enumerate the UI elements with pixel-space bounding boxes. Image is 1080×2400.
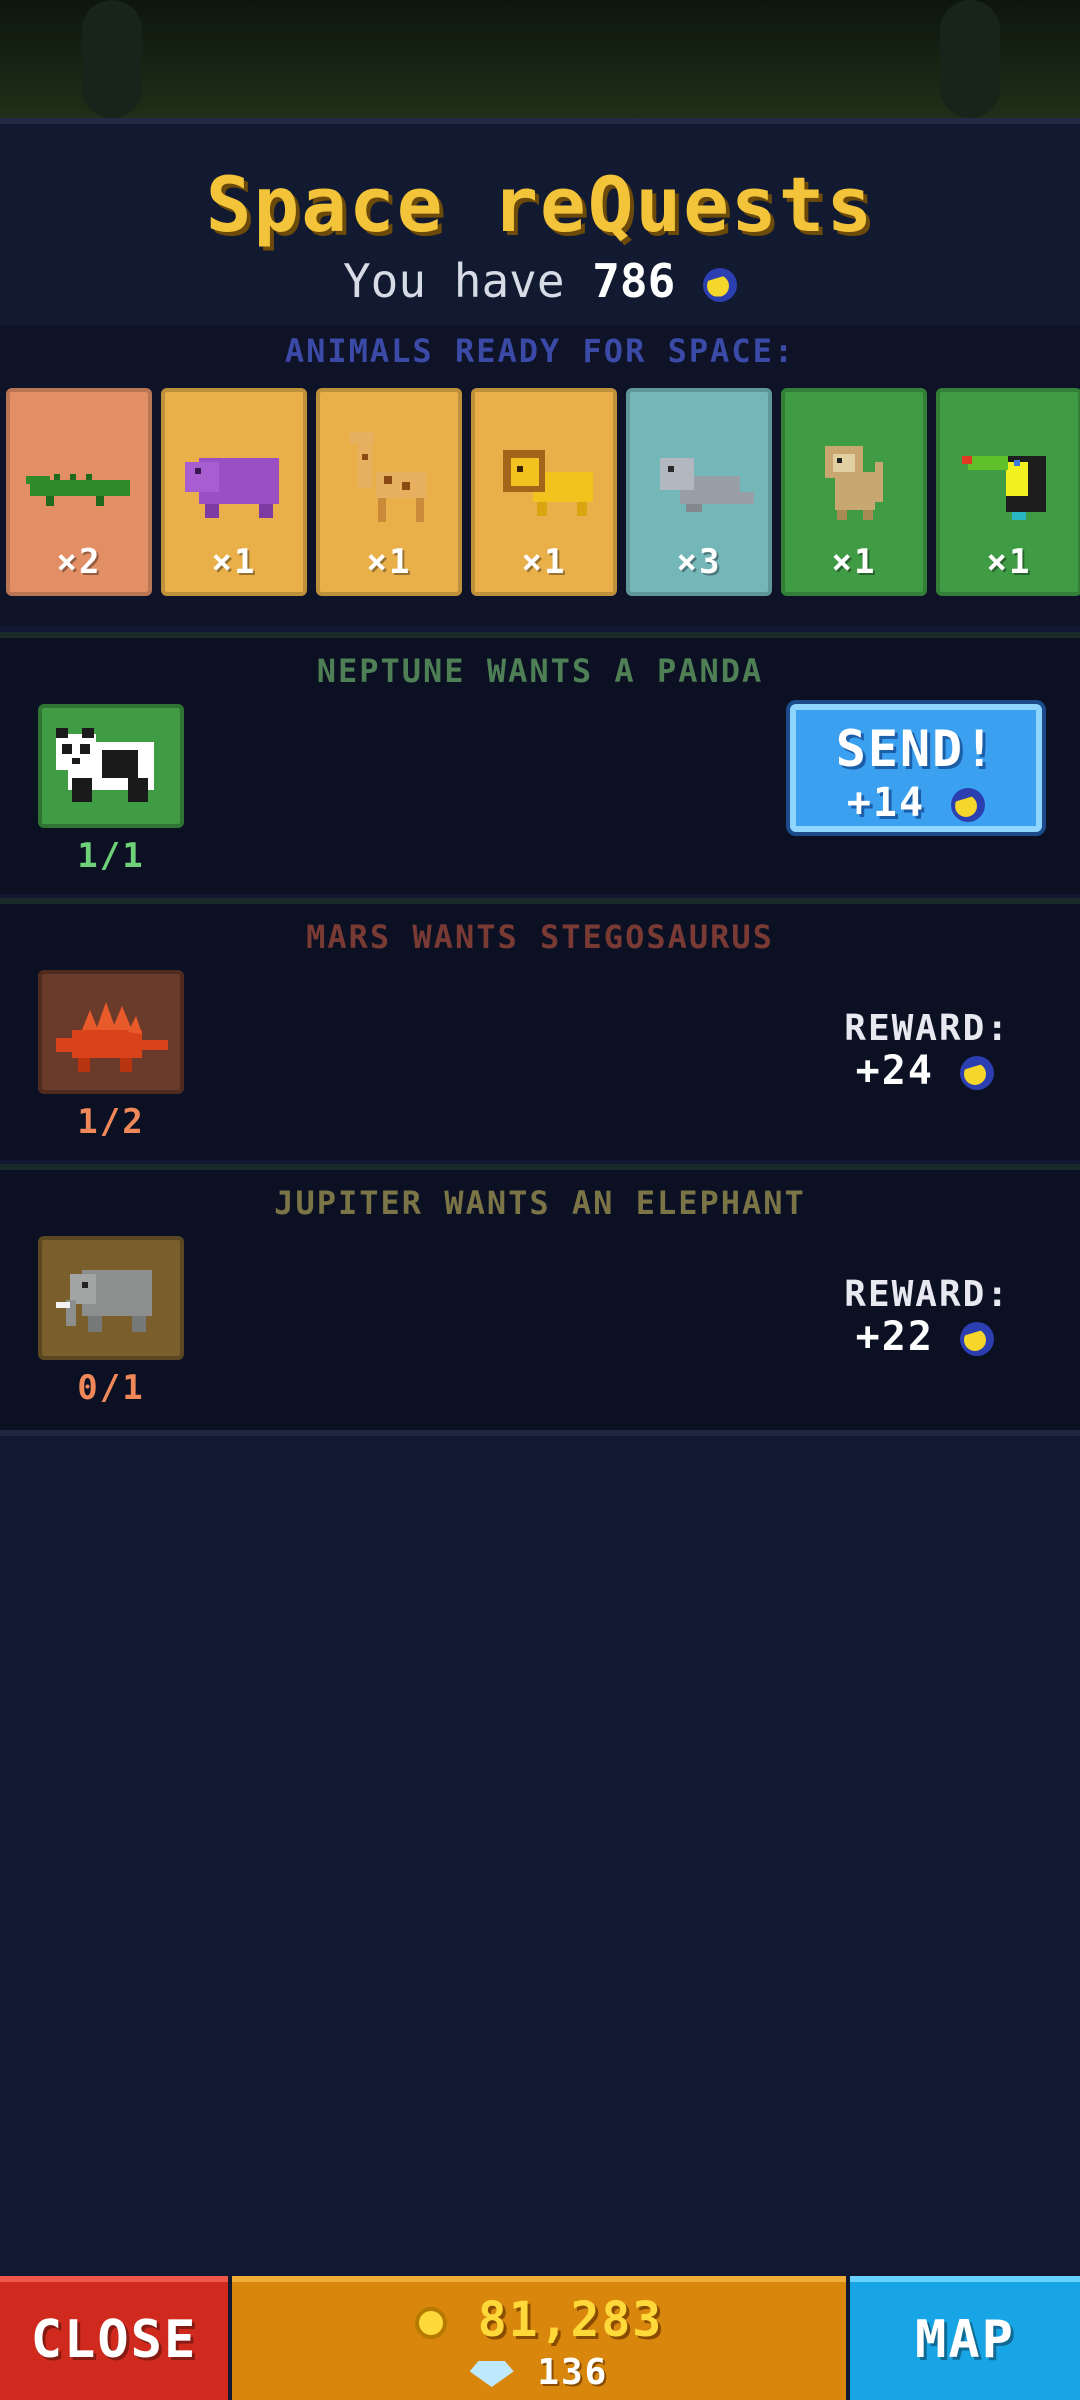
panda-icon <box>56 728 154 802</box>
lion-icon <box>503 450 593 516</box>
close-button[interactable]: CLOSE <box>0 2276 228 2400</box>
request-animal-thumb <box>38 970 184 1094</box>
animal-count: ×2 <box>56 542 102 582</box>
background-tree <box>940 0 1000 118</box>
request-mars: MARS WANTS STEGOSAURUS 1/2 REWARD: +24 <box>0 898 1080 1160</box>
request-neptune: NEPTUNE WANTS A PANDA 1/1 SEND! +14 <box>0 632 1080 894</box>
giraffe-icon <box>350 432 426 522</box>
ready-animals-section: ANIMALS READY FOR SPACE: ×2 ×1 ×1 ×1 ×3 ×1 ×1 <box>0 326 1080 626</box>
game-background-strip <box>0 0 1080 118</box>
balance-line: You have 786 <box>0 254 1080 308</box>
map-button[interactable]: MAP <box>850 2276 1080 2400</box>
gem-balance: 136 <box>232 2352 846 2393</box>
page-title: Space reQuests <box>205 160 875 249</box>
background-tree <box>82 0 142 118</box>
quest-header: Space reQuests You have 786 <box>0 118 1080 332</box>
gold-balance: 81,283 <box>232 2292 846 2348</box>
hippo-icon <box>185 458 279 518</box>
animal-count: ×1 <box>211 542 257 582</box>
gem-icon <box>469 2361 514 2387</box>
animal-card[interactable]: ×1 <box>316 388 462 596</box>
request-jupiter: JUPITER WANTS AN ELEPHANT 0/1 REWARD: +2… <box>0 1164 1080 1436</box>
request-animal-thumb <box>38 704 184 828</box>
animal-card[interactable]: ×1 <box>936 388 1080 596</box>
gold-value: 81,283 <box>477 2292 664 2348</box>
seal-icon <box>660 458 754 512</box>
ready-animals-label: ANIMALS READY FOR SPACE: <box>284 332 796 370</box>
balance-prefix: You have <box>342 254 565 308</box>
toucan-icon <box>962 456 1046 520</box>
reward-amount: +22 <box>856 1314 994 1360</box>
map-button-label: MAP <box>915 2310 1015 2370</box>
animal-card[interactable]: ×3 <box>626 388 772 596</box>
close-button-label: CLOSE <box>30 2310 198 2370</box>
stegosaurus-icon <box>56 1002 168 1072</box>
send-button-label: SEND! <box>835 720 997 778</box>
gold-coin-icon <box>414 2307 447 2339</box>
reward-value: +24 <box>855 1048 934 1094</box>
animal-card[interactable]: ×1 <box>471 388 617 596</box>
elephant-icon <box>56 1270 152 1332</box>
animal-card[interactable]: ×1 <box>161 388 307 596</box>
request-progress: 1/1 <box>77 836 145 876</box>
animal-count: ×3 <box>676 542 722 582</box>
reward-amount: +24 <box>856 1048 994 1094</box>
animal-count: ×1 <box>986 542 1032 582</box>
request-progress: 0/1 <box>77 1368 145 1408</box>
request-animal-thumb <box>38 1236 184 1360</box>
animal-count: ×1 <box>521 542 567 582</box>
reward-label: REWARD: <box>844 1008 1010 1049</box>
request-title: MARS WANTS STEGOSAURUS <box>306 918 774 956</box>
space-coin-icon <box>703 267 738 302</box>
currency-panel: 81,283 136 <box>232 2276 846 2400</box>
request-progress: 1/2 <box>77 1102 145 1142</box>
gem-value: 136 <box>537 2352 609 2393</box>
animal-count: ×1 <box>366 542 412 582</box>
reward-label: REWARD: <box>844 1274 1010 1315</box>
animal-card[interactable]: ×2 <box>6 388 152 596</box>
request-title: NEPTUNE WANTS A PANDA <box>316 652 764 690</box>
crocodile-icon <box>26 474 130 506</box>
space-coin-icon <box>960 1056 994 1090</box>
monkey-icon <box>825 446 883 520</box>
send-button[interactable]: SEND! +14 <box>790 704 1042 832</box>
request-title: JUPITER WANTS AN ELEPHANT <box>274 1184 806 1222</box>
send-reward: +14 <box>796 780 1036 826</box>
animal-count: ×1 <box>831 542 877 582</box>
balance-value: 786 <box>592 254 676 308</box>
space-coin-icon <box>960 1322 994 1356</box>
space-coin-icon <box>951 788 986 822</box>
bottom-bar: CLOSE 81,283 136 MAP <box>0 2276 1080 2400</box>
send-reward-value: +14 <box>846 780 926 826</box>
animal-card[interactable]: ×1 <box>781 388 927 596</box>
reward-value: +22 <box>855 1314 934 1360</box>
